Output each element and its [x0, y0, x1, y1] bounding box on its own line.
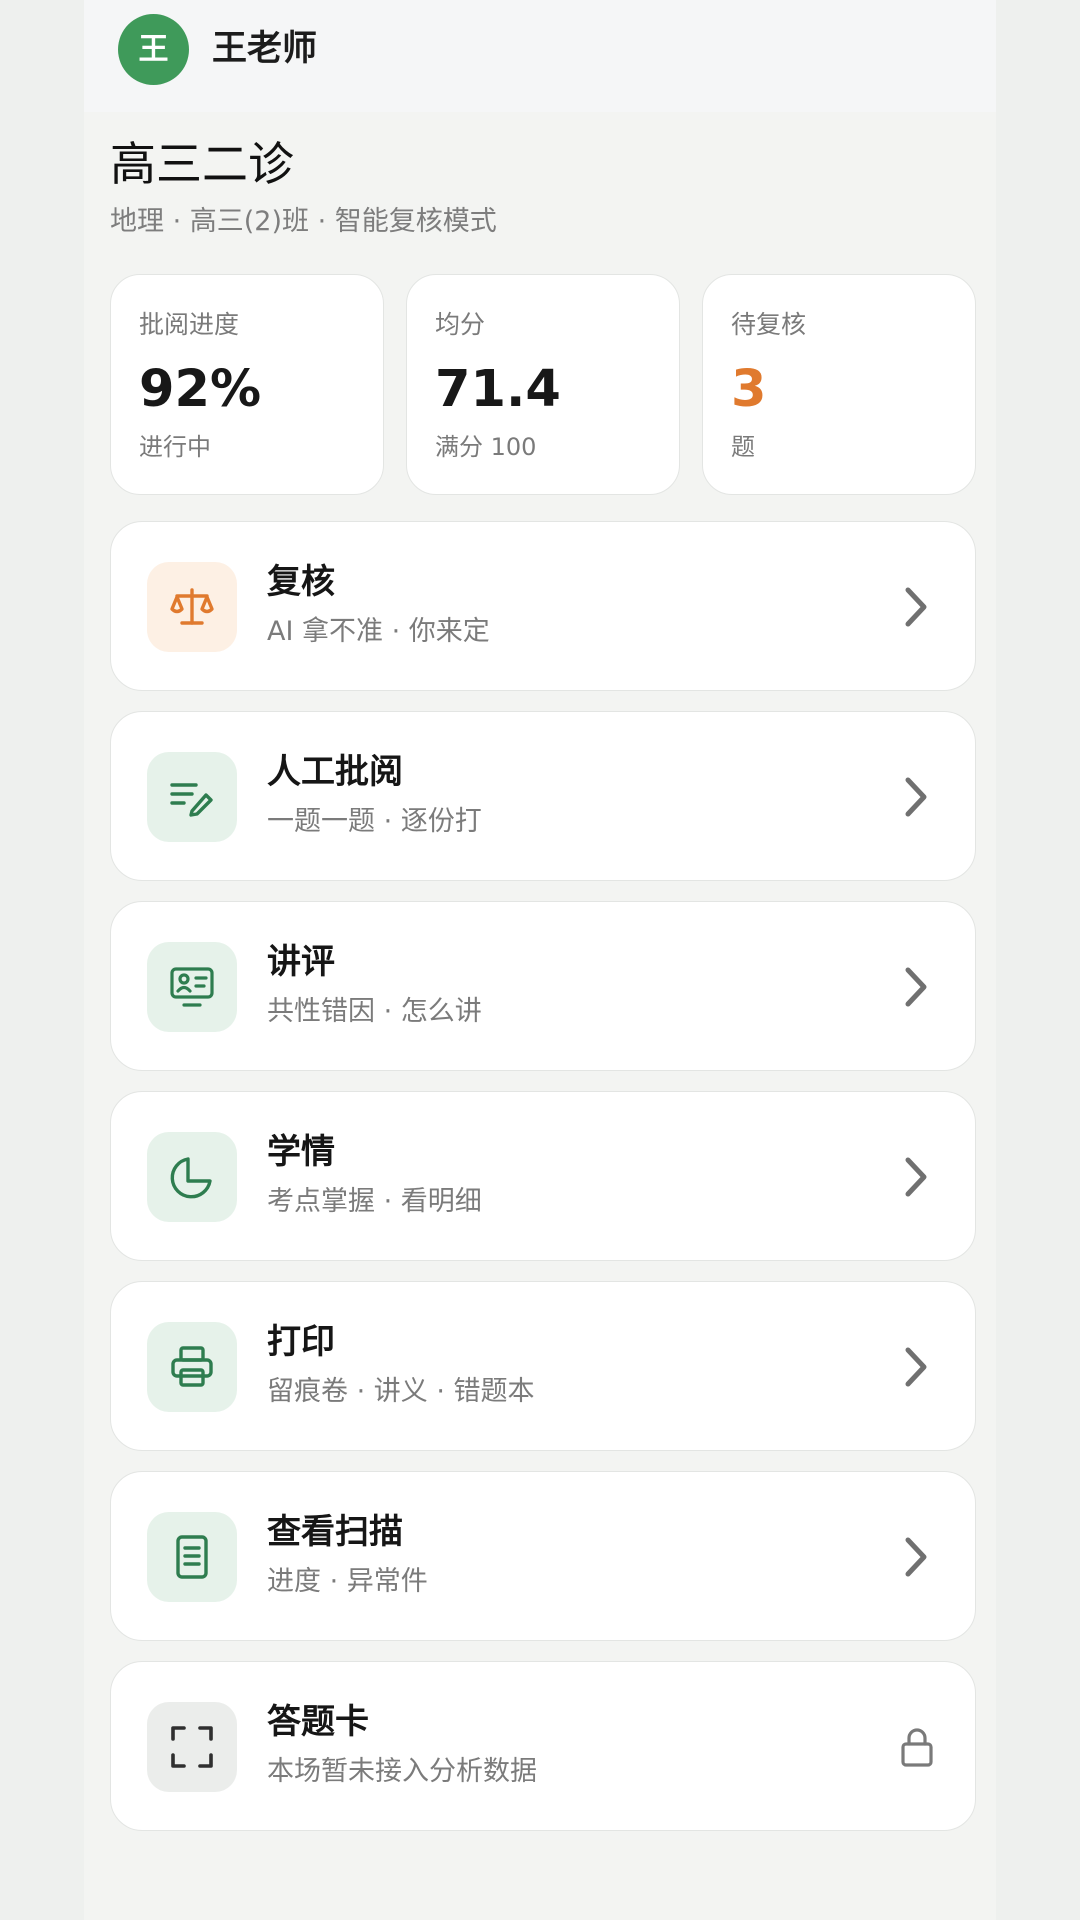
menu-item-title: 答题卡 [267, 1702, 369, 1742]
pie-chart-icon [147, 1132, 237, 1222]
page: 王 王老师 高三二诊 地理 · 高三(2)班 · 智能复核模式 批阅进度 92%… [84, 0, 996, 1920]
menu-item-review[interactable]: 复核 AI 拿不准 · 你来定 [110, 521, 976, 691]
avatar[interactable]: 王 [118, 14, 189, 85]
menu-item-manual-grading[interactable]: 人工批阅 一题一题 · 逐份打 [110, 711, 976, 881]
app-header: 王 王老师 [84, 0, 996, 112]
menu-item-answer-sheet: 答题卡 本场暂未接入分析数据 [110, 1661, 976, 1831]
document-icon [147, 1512, 237, 1602]
stat-label: 批阅进度 [139, 310, 240, 339]
stat-label: 均分 [435, 310, 486, 339]
menu-item-view-scans[interactable]: 查看扫描 进度 · 异常件 [110, 1471, 976, 1641]
stat-card-pending-review[interactable]: 待复核 3 题 [702, 274, 976, 495]
menu-item-title: 复核 [267, 562, 335, 602]
menu-item-subtitle: 留痕卷 · 讲义 · 错题本 [267, 1376, 535, 1407]
menu-item-lecture[interactable]: 讲评 共性错因 · 怎么讲 [110, 901, 976, 1071]
chevron-right-icon [905, 777, 927, 817]
presentation-card-icon [147, 942, 237, 1032]
chevron-right-icon [905, 1347, 927, 1387]
lock-icon [901, 1728, 933, 1767]
chevron-right-icon [905, 587, 927, 627]
stat-note: 题 [731, 433, 755, 461]
stat-value: 3 [731, 360, 767, 419]
menu-item-subtitle: 共性错因 · 怎么讲 [267, 996, 482, 1027]
stat-card-average: 均分 71.4 满分 100 [406, 274, 680, 495]
menu-item-subtitle: 一题一题 · 逐份打 [267, 806, 482, 837]
pen-lines-icon [147, 752, 237, 842]
chevron-right-icon [905, 1537, 927, 1577]
stat-label: 待复核 [731, 310, 807, 339]
stat-value: 92% [139, 360, 262, 419]
exam-subtitle: 地理 · 高三(2)班 · 智能复核模式 [110, 206, 497, 237]
menu-item-title: 人工批阅 [267, 752, 403, 792]
chevron-right-icon [905, 967, 927, 1007]
menu-item-title: 学情 [267, 1132, 335, 1172]
menu-item-subtitle: 本场暂未接入分析数据 [267, 1756, 537, 1787]
menu-item-learning-analytics[interactable]: 学情 考点掌握 · 看明细 [110, 1091, 976, 1261]
menu-item-title: 查看扫描 [267, 1512, 403, 1552]
menu-item-title: 打印 [267, 1322, 335, 1362]
stat-note: 满分 100 [435, 433, 537, 461]
stat-note: 进行中 [139, 433, 211, 461]
printer-icon [147, 1322, 237, 1412]
stat-card-progress: 批阅进度 92% 进行中 [110, 274, 384, 495]
teacher-name: 王老师 [212, 29, 318, 69]
page-title: 高三二诊 [110, 137, 294, 191]
menu-item-title: 讲评 [267, 942, 335, 982]
menu-item-subtitle: 进度 · 异常件 [267, 1566, 428, 1597]
menu-item-subtitle: 考点掌握 · 看明细 [267, 1186, 482, 1217]
chevron-right-icon [905, 1157, 927, 1197]
stat-value: 71.4 [435, 360, 561, 419]
balance-scale-icon [147, 562, 237, 652]
scan-frame-icon [147, 1702, 237, 1792]
menu-item-subtitle: AI 拿不准 · 你来定 [267, 616, 490, 647]
menu-item-print[interactable]: 打印 留痕卷 · 讲义 · 错题本 [110, 1281, 976, 1451]
